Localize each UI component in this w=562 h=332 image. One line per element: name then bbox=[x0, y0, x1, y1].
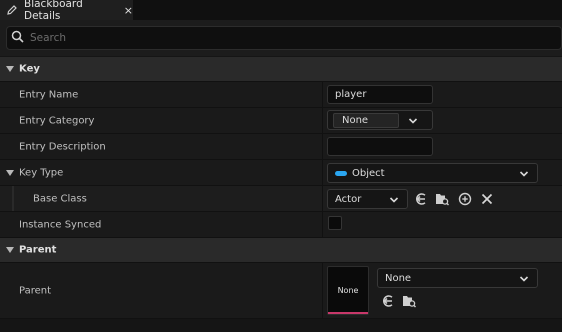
base-class-value: Actor bbox=[335, 193, 362, 205]
browse-folder-icon[interactable] bbox=[435, 192, 449, 206]
tab-bar: Blackboard Details × bbox=[0, 0, 562, 22]
column-divider[interactable] bbox=[322, 263, 323, 318]
use-selected-icon[interactable] bbox=[414, 192, 428, 206]
key-type-value: Object bbox=[352, 167, 385, 179]
thumbnail-label: None bbox=[337, 286, 359, 295]
property-label: Entry Name bbox=[19, 89, 79, 100]
entry-name-value: player bbox=[335, 89, 367, 100]
category-label: Parent bbox=[19, 244, 57, 256]
property-label: Base Class bbox=[33, 193, 87, 204]
asset-color-bar bbox=[328, 312, 368, 314]
clear-icon[interactable] bbox=[480, 192, 494, 206]
expand-arrow-icon[interactable] bbox=[6, 66, 14, 72]
entry-name-field[interactable]: player bbox=[327, 85, 433, 104]
entry-category-text[interactable]: None bbox=[333, 113, 399, 128]
base-class-combo[interactable]: Actor bbox=[327, 189, 408, 209]
chevron-down-icon[interactable] bbox=[389, 195, 399, 205]
property-row-entry-description: Entry Description bbox=[0, 134, 562, 160]
property-label: Parent bbox=[19, 285, 52, 296]
parent-asset-thumbnail[interactable]: None bbox=[327, 266, 369, 315]
indent-guide bbox=[12, 186, 14, 211]
chevron-down-icon[interactable] bbox=[519, 274, 529, 284]
add-icon[interactable] bbox=[458, 192, 472, 206]
pencil-icon bbox=[6, 4, 18, 16]
panel-bottom bbox=[0, 319, 562, 332]
column-divider[interactable] bbox=[322, 134, 323, 159]
browse-folder-icon[interactable] bbox=[402, 294, 416, 308]
search-box bbox=[6, 26, 562, 50]
category-parent[interactable]: Parent bbox=[0, 238, 562, 263]
instance-synced-checkbox[interactable] bbox=[328, 216, 342, 230]
property-label: Instance Synced bbox=[19, 219, 102, 230]
expand-arrow-icon[interactable] bbox=[6, 169, 14, 176]
parent-asset-combo[interactable]: None bbox=[377, 268, 538, 288]
tab-close-button[interactable]: × bbox=[124, 5, 133, 16]
tab-title: Blackboard Details bbox=[24, 0, 83, 22]
property-label: Key Type bbox=[19, 167, 64, 178]
object-type-pill-icon bbox=[335, 170, 347, 176]
property-row-instance-synced: Instance Synced bbox=[0, 212, 562, 238]
key-type-combo[interactable]: Object bbox=[327, 163, 538, 183]
chevron-down-icon[interactable] bbox=[519, 169, 529, 179]
search-bar bbox=[0, 20, 562, 56]
property-row-entry-name: Entry Name bbox=[0, 82, 562, 108]
entry-category-combo[interactable]: None bbox=[327, 110, 433, 130]
column-divider[interactable] bbox=[322, 186, 323, 211]
column-divider[interactable] bbox=[322, 160, 323, 185]
category-key[interactable]: Key bbox=[0, 57, 562, 82]
property-label: Entry Category bbox=[19, 115, 95, 126]
parent-value: None bbox=[385, 272, 412, 284]
column-divider[interactable] bbox=[322, 212, 323, 237]
property-label: Entry Description bbox=[19, 141, 106, 152]
property-row-entry-category: Entry Category bbox=[0, 108, 562, 134]
category-label: Key bbox=[19, 63, 40, 75]
search-input[interactable] bbox=[30, 32, 510, 44]
column-divider[interactable] bbox=[322, 82, 323, 107]
column-divider[interactable] bbox=[322, 108, 323, 133]
search-icon bbox=[11, 30, 24, 46]
property-row-base-class: Base Class bbox=[0, 186, 562, 212]
tab-blackboard-details[interactable]: Blackboard Details × bbox=[0, 0, 133, 22]
entry-category-value: None bbox=[342, 115, 369, 126]
use-selected-icon[interactable] bbox=[381, 294, 395, 308]
chevron-down-icon[interactable] bbox=[408, 116, 418, 126]
expand-arrow-icon[interactable] bbox=[6, 247, 14, 253]
entry-description-field[interactable] bbox=[327, 137, 433, 156]
